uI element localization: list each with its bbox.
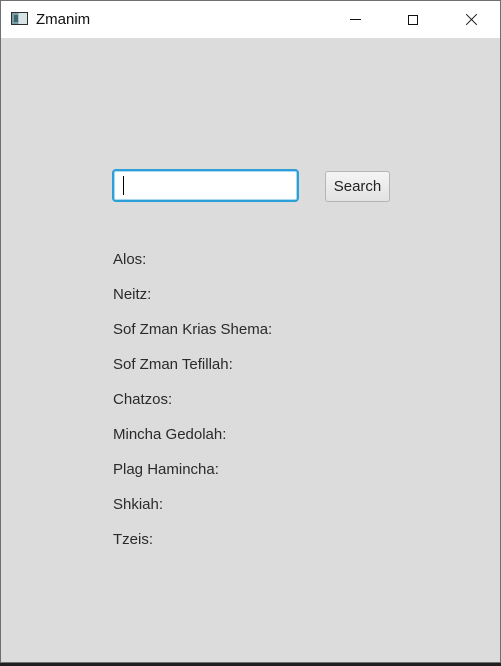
zman-label-mincha-gedolah: Mincha Gedolah: xyxy=(113,426,227,443)
zman-label-shkiah: Shkiah: xyxy=(113,496,164,513)
maximize-button[interactable] xyxy=(390,1,436,38)
minimize-icon xyxy=(349,19,361,20)
zman-label-neitz: Neitz: xyxy=(113,286,152,303)
window-title: Zmanim xyxy=(36,11,91,28)
close-button[interactable] xyxy=(448,1,494,38)
app-window: Zmanim Search Alos: Neitz: Sof Zman Kria… xyxy=(0,0,501,663)
zman-label-sof-zman-krias-shema: Sof Zman Krias Shema: xyxy=(113,321,273,338)
zman-label-sof-zman-tefillah: Sof Zman Tefillah: xyxy=(113,356,233,373)
text-caret xyxy=(123,176,124,195)
title-bar[interactable]: Zmanim xyxy=(1,1,500,38)
search-button[interactable]: Search xyxy=(325,171,390,202)
search-input[interactable] xyxy=(112,169,299,202)
zman-label-alos: Alos: xyxy=(113,251,147,268)
minimize-button[interactable] xyxy=(332,1,378,38)
zman-label-chatzos: Chatzos: xyxy=(113,391,173,408)
zman-label-tzeis: Tzeis: xyxy=(113,531,154,548)
zmanim-list: Alos: Neitz: Sof Zman Krias Shema: Sof Z… xyxy=(113,251,272,566)
app-window-icon xyxy=(11,12,28,25)
zman-label-plag-hamincha: Plag Hamincha: xyxy=(113,461,219,478)
maximize-icon xyxy=(408,14,418,25)
close-icon xyxy=(465,13,478,26)
